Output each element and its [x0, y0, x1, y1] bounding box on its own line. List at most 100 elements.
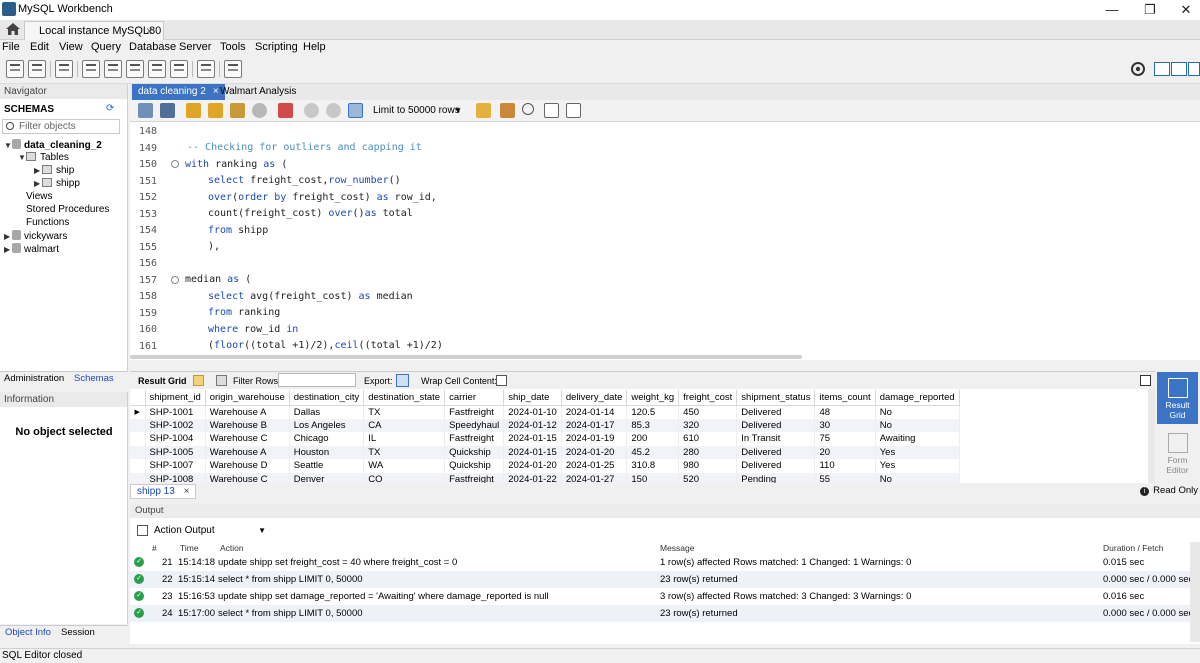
result-grid[interactable]: shipment_id origin_warehouse destination… [130, 389, 1155, 483]
menu-tools[interactable]: Tools [220, 41, 246, 53]
table-cell[interactable]: 280 [678, 445, 738, 459]
save-script-icon[interactable] [160, 103, 175, 118]
table-cell[interactable]: Yes [875, 459, 960, 473]
menu-edit[interactable]: Edit [30, 41, 49, 53]
toggle-output-icon[interactable] [1171, 62, 1187, 76]
sql-editor[interactable]: 148 149 150 151 152 153 154 155 156 157 … [130, 122, 1200, 360]
table-cell[interactable]: Speedyhaul [444, 418, 505, 432]
table-cell[interactable]: Warehouse C [205, 472, 290, 483]
table-ship[interactable]: ▶ ship [4, 165, 128, 178]
table-cell[interactable]: 2024-01-27 [561, 472, 628, 483]
autocommit-icon[interactable] [348, 103, 363, 118]
menu-server[interactable]: Server [179, 41, 211, 53]
toggle-secondary-sidebar-icon[interactable] [1188, 62, 1200, 76]
rollback-icon[interactable] [326, 103, 341, 118]
table-cell[interactable]: Warehouse A [205, 445, 290, 459]
table-cell[interactable]: 120.5 [626, 405, 680, 419]
tab-administration[interactable]: Administration [4, 373, 64, 384]
table-cell[interactable]: 75 [814, 432, 876, 446]
table-row[interactable]: SHP-1007 Warehouse D Seattle WA Quickshi… [130, 459, 960, 473]
tab-session[interactable]: Session [61, 627, 95, 638]
expanded-arrow-icon[interactable]: ▼ [18, 153, 26, 162]
table-cell[interactable]: Pending [736, 472, 816, 483]
output-row[interactable]: ✓ 23 15:16:53 update shipp set damage_re… [130, 588, 1190, 605]
table-cell[interactable]: Delivered [736, 459, 816, 473]
fold-marker-icon[interactable] [171, 276, 179, 284]
create-schema-icon[interactable] [82, 60, 100, 78]
table-cell[interactable]: No [875, 472, 960, 483]
table-cell[interactable]: Yes [875, 445, 960, 459]
table-cell[interactable]: 520 [678, 472, 738, 483]
table-cell[interactable]: Quickship [444, 445, 505, 459]
table-cell[interactable]: Quickship [444, 459, 505, 473]
table-cell[interactable]: Warehouse C [205, 432, 290, 446]
table-cell[interactable]: 2024-01-25 [561, 459, 628, 473]
result-grid-label[interactable]: Result Grid [138, 376, 187, 386]
create-table-icon[interactable] [104, 60, 122, 78]
close-connection-tab-icon[interactable]: × [146, 24, 153, 38]
table-cell[interactable]: 2024-01-14 [561, 405, 628, 419]
menu-view[interactable]: View [59, 41, 83, 53]
table-cell[interactable]: 2024-01-10 [503, 405, 562, 419]
close-window-button[interactable]: ✕ [1168, 0, 1200, 20]
add-snippet-icon[interactable] [476, 103, 491, 118]
column-header[interactable]: items_count [814, 390, 876, 406]
table-cell[interactable]: Dallas [289, 405, 365, 419]
table-cell[interactable]: 110 [814, 459, 876, 473]
invisible-chars-icon[interactable] [544, 103, 559, 118]
table-row[interactable]: SHP-1004 Warehouse C Chicago IL Fastfrei… [130, 432, 960, 446]
table-cell[interactable]: 610 [678, 432, 738, 446]
table-cell[interactable]: 48 [814, 405, 876, 419]
table-cell[interactable]: 55 [814, 472, 876, 483]
editor-vertical-scrollbar[interactable] [1194, 122, 1200, 360]
execute-current-icon[interactable] [208, 103, 223, 118]
home-icon[interactable] [5, 22, 21, 36]
table-cell[interactable]: Delivered [736, 445, 816, 459]
table-cell[interactable]: 2024-01-17 [561, 418, 628, 432]
filter-objects-input[interactable]: Filter objects [2, 119, 120, 134]
table-cell[interactable]: 2024-01-15 [503, 432, 562, 446]
table-cell[interactable]: 2024-01-19 [561, 432, 628, 446]
reconnect-icon[interactable] [224, 60, 242, 78]
table-cell[interactable]: WA [363, 459, 446, 473]
table-cell[interactable]: Fastfreight [444, 472, 505, 483]
schema-walmart[interactable]: ▶ walmart [4, 243, 128, 256]
table-cell[interactable]: 2024-01-15 [503, 445, 562, 459]
refresh-schemas-icon[interactable]: ⟳ [106, 103, 114, 114]
table-cell[interactable]: Denver [289, 472, 365, 483]
column-header[interactable]: delivery_date [561, 390, 628, 406]
collapsed-arrow-icon[interactable]: ▶ [34, 166, 42, 175]
table-cell[interactable]: Warehouse B [205, 418, 290, 432]
output-vertical-scrollbar[interactable] [1190, 542, 1200, 642]
functions-folder[interactable]: Functions [4, 217, 128, 230]
tab-schemas[interactable]: Schemas [74, 373, 114, 384]
menu-scripting[interactable]: Scripting [255, 41, 298, 53]
filter-rows-input[interactable] [278, 373, 356, 387]
tab-result-shipp-13[interactable]: shipp 13 × [130, 484, 197, 499]
word-wrap-icon[interactable] [566, 103, 581, 118]
table-cell[interactable]: 2024-01-22 [503, 472, 562, 483]
toggle-sidebar-icon[interactable] [1154, 62, 1170, 76]
search-table-data-icon[interactable] [197, 60, 215, 78]
column-header[interactable]: freight_cost [678, 390, 738, 406]
create-function-icon[interactable] [170, 60, 188, 78]
inspector-icon[interactable] [55, 60, 73, 78]
table-cell[interactable]: CO [363, 472, 446, 483]
menu-file[interactable]: File [2, 41, 20, 53]
table-row[interactable]: SHP-1008 Warehouse C Denver CO Fastfreig… [130, 472, 960, 483]
schema-data-cleaning-2[interactable]: ▼ data_cleaning_2 [4, 139, 128, 152]
collapsed-arrow-icon[interactable]: ▶ [34, 179, 42, 188]
table-cell[interactable]: 450 [678, 405, 738, 419]
table-cell[interactable]: 310.8 [626, 459, 680, 473]
maximize-button[interactable]: ❐ [1132, 0, 1168, 20]
table-cell[interactable]: SHP-1007 [145, 459, 206, 473]
beautify-icon[interactable] [500, 103, 515, 118]
table-cell[interactable]: Fastfreight [444, 432, 505, 446]
column-header[interactable]: destination_state [363, 390, 446, 406]
execute-icon[interactable] [186, 103, 201, 118]
table-cell[interactable]: 85.3 [626, 418, 680, 432]
settings-gear-icon[interactable] [1130, 61, 1146, 77]
grid-vertical-scrollbar[interactable] [1148, 389, 1155, 483]
new-sql-tab-icon[interactable] [6, 60, 24, 78]
export-icon[interactable] [396, 374, 409, 387]
